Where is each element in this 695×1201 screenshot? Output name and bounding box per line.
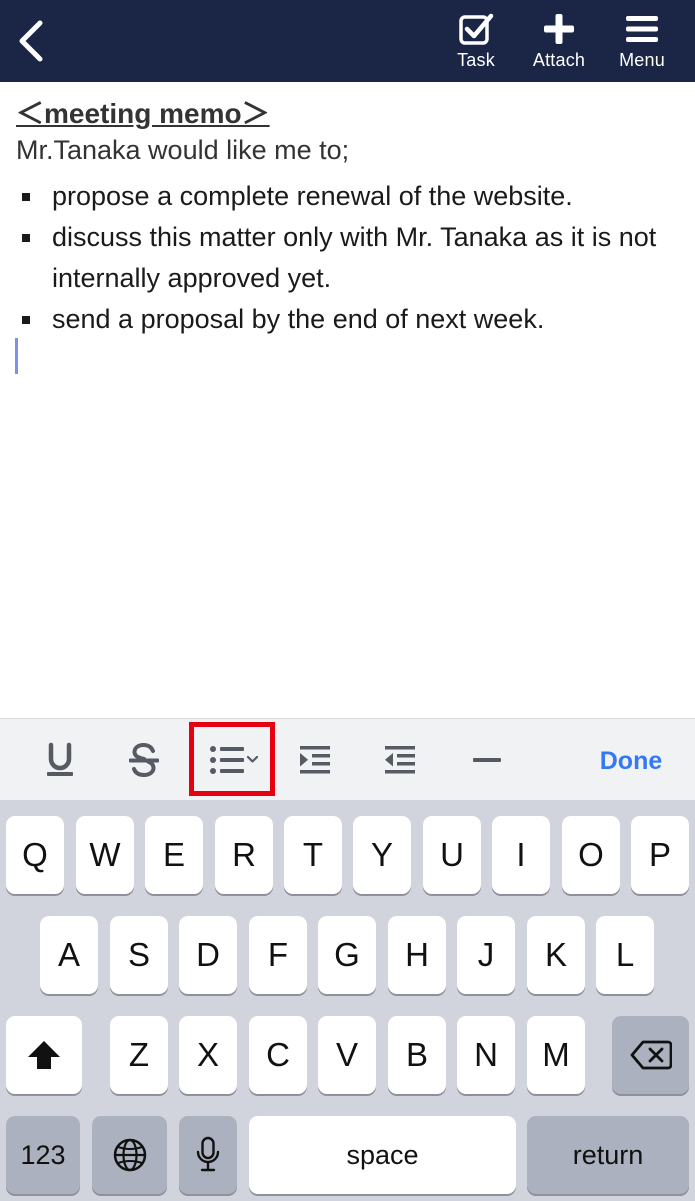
outdent-button[interactable] [372, 733, 428, 787]
key-d[interactable]: D [179, 916, 237, 994]
format-toolbar: Done [0, 718, 695, 801]
key-x[interactable]: X [179, 1016, 237, 1094]
indent-button[interactable] [287, 733, 343, 787]
menu-button[interactable]: Menu [602, 10, 682, 76]
microphone-icon [196, 1136, 220, 1172]
key-i[interactable]: I [492, 816, 550, 894]
shift-key[interactable] [6, 1016, 82, 1094]
menu-label: Menu [619, 50, 665, 70]
key-u[interactable]: U [423, 816, 481, 894]
key-s[interactable]: S [110, 916, 168, 994]
memo-intro-text: Mr.Tanaka would like me to; [16, 135, 350, 165]
back-button[interactable] [8, 14, 52, 68]
list-dropdown-icon [210, 746, 259, 774]
outdent-icon [385, 746, 415, 774]
key-g[interactable]: G [318, 916, 376, 994]
return-key[interactable]: return [527, 1116, 689, 1194]
chevron-left-icon [19, 20, 43, 62]
backspace-icon [630, 1040, 672, 1070]
horizontal-rule-button[interactable] [459, 733, 515, 787]
key-l[interactable]: L [596, 916, 654, 994]
list-item: discuss this matter only with Mr. Tanaka… [16, 217, 686, 299]
key-w[interactable]: W [76, 816, 134, 894]
dictation-key[interactable] [179, 1116, 237, 1194]
shift-arrow-icon [28, 1041, 60, 1069]
strikethrough-icon [129, 742, 159, 778]
key-v[interactable]: V [318, 1016, 376, 1094]
numbers-key[interactable]: 123 [6, 1116, 80, 1194]
key-k[interactable]: K [527, 916, 585, 994]
bullet-square-icon [22, 234, 30, 242]
attach-button[interactable]: Attach [519, 10, 599, 76]
backspace-key[interactable] [612, 1016, 689, 1094]
globe-icon [113, 1138, 146, 1172]
memo-editor[interactable]: ＜meeting memo＞ Mr.Tanaka would like me t… [0, 82, 695, 718]
key-p[interactable]: P [631, 816, 689, 894]
key-q[interactable]: Q [6, 816, 64, 894]
underline-icon [47, 742, 73, 776]
key-a[interactable]: A [40, 916, 98, 994]
horizontal-rule-icon [473, 758, 501, 762]
key-y[interactable]: Y [353, 816, 411, 894]
bullet-list-button[interactable] [207, 733, 263, 787]
task-label: Task [457, 50, 495, 70]
task-checkbox-icon [459, 13, 494, 45]
list-item-text: discuss this matter only with Mr. Tanaka… [52, 222, 657, 293]
key-m[interactable]: M [527, 1016, 585, 1094]
underline-button[interactable] [32, 733, 88, 787]
list-item: propose a complete renewal of the websit… [16, 176, 686, 217]
key-j[interactable]: J [457, 916, 515, 994]
list-item-text: send a proposal by the end of next week. [52, 304, 545, 334]
key-o[interactable]: O [562, 816, 620, 894]
space-key[interactable]: space [249, 1116, 516, 1194]
text-cursor [15, 338, 18, 374]
key-f[interactable]: F [249, 916, 307, 994]
key-n[interactable]: N [457, 1016, 515, 1094]
globe-key[interactable] [92, 1116, 167, 1194]
hamburger-menu-icon [626, 16, 658, 42]
key-h[interactable]: H [388, 916, 446, 994]
strikethrough-button[interactable] [116, 733, 172, 787]
key-t[interactable]: T [284, 816, 342, 894]
done-button[interactable]: Done [586, 741, 676, 781]
list-item-text: propose a complete renewal of the websit… [52, 181, 573, 211]
task-button[interactable]: Task [436, 10, 516, 76]
key-b[interactable]: B [388, 1016, 446, 1094]
memo-title: ＜meeting memo＞ [16, 98, 270, 129]
key-e[interactable]: E [145, 816, 203, 894]
bullet-square-icon [22, 316, 30, 324]
plus-icon [544, 14, 574, 44]
top-navigation-bar: Task Attach Menu [0, 0, 695, 82]
indent-icon [300, 746, 330, 774]
key-r[interactable]: R [215, 816, 273, 894]
bullet-list: propose a complete renewal of the websit… [16, 176, 686, 340]
on-screen-keyboard: Q W E R T Y U I O P A S D F G H J K L Z … [0, 800, 695, 1201]
attach-label: Attach [532, 50, 586, 70]
key-c[interactable]: C [249, 1016, 307, 1094]
list-item: send a proposal by the end of next week. [16, 299, 686, 340]
key-z[interactable]: Z [110, 1016, 168, 1094]
bullet-square-icon [22, 193, 30, 201]
